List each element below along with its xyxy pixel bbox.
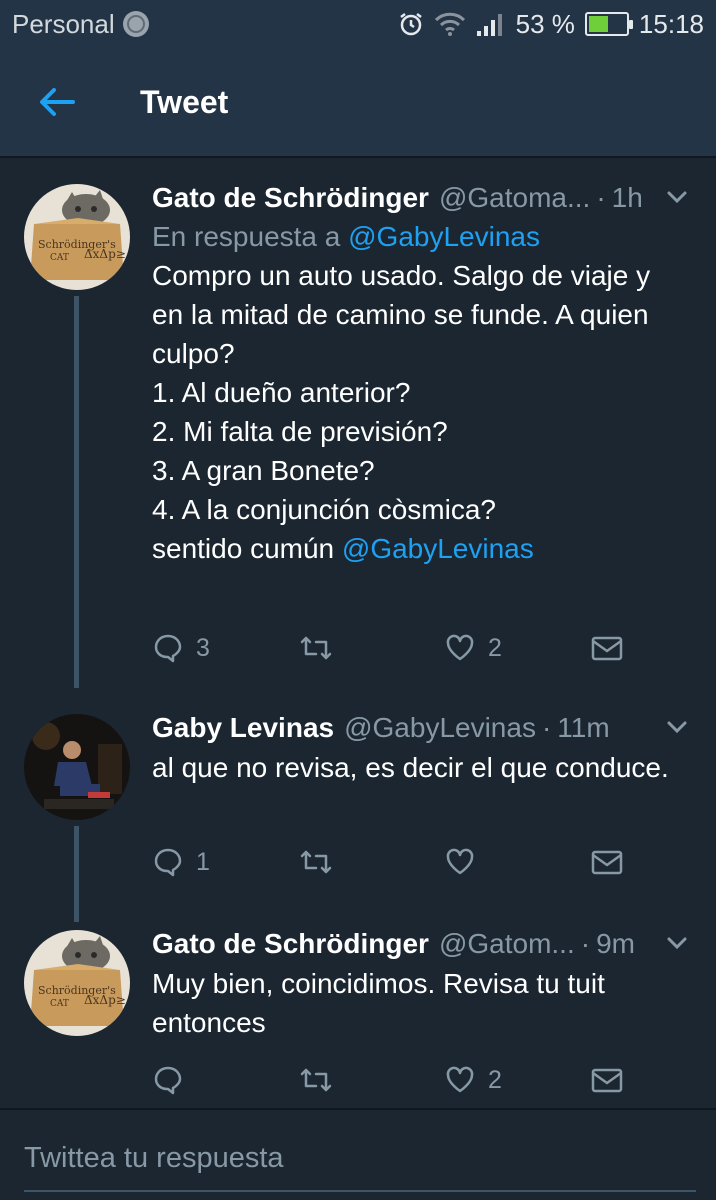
tweet-header: Gato de Schrödinger @Gatom... · 9m bbox=[152, 926, 696, 962]
battery-percent: 53 % bbox=[515, 8, 575, 39]
like-count: 2 bbox=[488, 633, 502, 662]
reply-composer bbox=[0, 1108, 716, 1200]
carrier-label: Personal bbox=[12, 8, 115, 39]
app-header: Tweet bbox=[0, 48, 716, 158]
user-handle[interactable]: @Gatom... bbox=[439, 926, 575, 962]
retweet-icon bbox=[300, 1068, 332, 1092]
separator-dot: · bbox=[580, 928, 591, 959]
tweet-actions: 1 bbox=[152, 842, 632, 882]
back-arrow-icon bbox=[40, 88, 75, 116]
heart-icon bbox=[446, 634, 474, 661]
envelope-icon bbox=[591, 1068, 623, 1093]
svg-text:ΔxΔp≥: ΔxΔp≥ bbox=[84, 247, 126, 261]
reply-count: 1 bbox=[196, 847, 210, 876]
tweet-actions: 3 2 bbox=[152, 628, 632, 668]
status-right: 53 % 15:18 bbox=[398, 9, 704, 40]
retweet-button[interactable] bbox=[298, 632, 366, 664]
cat-in-box-avatar: Schrödinger's CAT ΔxΔp≥ bbox=[24, 930, 130, 1036]
svg-text:CAT: CAT bbox=[50, 999, 69, 1009]
tweet-header: Gaby Levinas @GabyLevinas · 11m bbox=[152, 710, 696, 746]
globe-icon bbox=[122, 11, 149, 37]
status-left: Personal bbox=[12, 9, 149, 40]
timestamp: 9m bbox=[596, 928, 635, 959]
tweet-text-tail: sentido cumún bbox=[152, 533, 335, 564]
tweet-text: al que no revisa, es decir el que conduc… bbox=[152, 752, 669, 783]
retweet-button[interactable] bbox=[298, 846, 366, 878]
reply-count: 3 bbox=[196, 633, 210, 662]
back-button[interactable] bbox=[22, 67, 92, 137]
envelope-icon bbox=[591, 850, 623, 875]
tweet-actions: 2 bbox=[152, 1060, 632, 1100]
user-handle[interactable]: @GabyLevinas bbox=[344, 710, 536, 746]
retweet-icon bbox=[300, 850, 332, 874]
envelope-icon bbox=[591, 636, 623, 661]
tweet-header: Gato de Schrödinger @Gatoma... · 1h bbox=[152, 180, 696, 216]
like-button[interactable] bbox=[444, 846, 508, 878]
tweet-content: Gaby Levinas @GabyLevinas · 11m al que n… bbox=[152, 710, 696, 787]
chevron-down-icon[interactable] bbox=[662, 182, 692, 212]
wifi-icon bbox=[434, 12, 465, 36]
tweet-text: Muy bien, coincidimos. Revisa tu tuit en… bbox=[152, 968, 605, 1038]
battery-icon bbox=[584, 12, 633, 36]
conversation-thread: Schrödinger's CAT ΔxΔp≥ Gato de Schrödin… bbox=[0, 160, 716, 1108]
retweet-icon bbox=[300, 636, 332, 660]
tweet-3[interactable]: Schrödinger's CAT ΔxΔp≥ Gato de Schrödin… bbox=[0, 926, 716, 1108]
avatar[interactable]: Schrödinger's CAT ΔxΔp≥ bbox=[24, 184, 130, 290]
svg-text:CAT: CAT bbox=[50, 253, 69, 263]
clock: 15:18 bbox=[638, 8, 704, 39]
like-button[interactable]: 2 bbox=[444, 1064, 508, 1096]
input-underline bbox=[24, 1190, 696, 1192]
direct-message-button[interactable] bbox=[590, 633, 624, 663]
reply-prefix: En respuesta a bbox=[152, 221, 341, 252]
direct-message-button[interactable] bbox=[590, 1065, 624, 1095]
avatar[interactable] bbox=[24, 714, 130, 820]
alarm-icon bbox=[399, 13, 422, 36]
reply-input[interactable] bbox=[24, 1138, 696, 1178]
reply-button[interactable]: 1 bbox=[152, 846, 216, 878]
reply-button[interactable]: 3 bbox=[152, 632, 216, 664]
thread-line bbox=[74, 826, 79, 922]
user-handle[interactable]: @Gatoma... bbox=[439, 180, 590, 216]
reply-context: En respuesta a @GabyLevinas bbox=[152, 218, 696, 256]
cat-in-box-avatar: Schrödinger's CAT ΔxΔp≥ bbox=[24, 184, 130, 290]
separator-dot: · bbox=[541, 712, 552, 743]
reply-button[interactable] bbox=[152, 1064, 216, 1096]
heart-icon bbox=[446, 848, 474, 875]
reply-icon bbox=[154, 634, 182, 663]
chevron-down-icon[interactable] bbox=[662, 712, 692, 742]
thread-line bbox=[74, 296, 79, 688]
separator-dot: · bbox=[596, 182, 606, 213]
chevron-down-icon[interactable] bbox=[662, 928, 692, 958]
like-count: 2 bbox=[488, 1065, 502, 1094]
display-name[interactable]: Gato de Schrödinger bbox=[152, 926, 429, 962]
tweet-text-end: sentido cumún @GabyLevinas bbox=[152, 529, 696, 568]
timestamp: 11m bbox=[557, 712, 610, 743]
heart-icon bbox=[446, 1066, 474, 1093]
reply-mention-link[interactable]: @GabyLevinas bbox=[348, 221, 540, 252]
direct-message-button[interactable] bbox=[590, 847, 624, 877]
tweet-2[interactable]: Gaby Levinas @GabyLevinas · 11m al que n… bbox=[0, 690, 716, 926]
timestamp: 1h bbox=[611, 182, 643, 213]
retweet-button[interactable] bbox=[298, 1064, 366, 1096]
reply-icon bbox=[154, 848, 182, 877]
signal-icon bbox=[476, 14, 502, 36]
like-button[interactable]: 2 bbox=[444, 632, 508, 664]
tweet-text: Compro un auto usado. Salgo de viaje y e… bbox=[152, 260, 651, 525]
display-name[interactable]: Gaby Levinas bbox=[152, 710, 334, 746]
tweet-1[interactable]: Schrödinger's CAT ΔxΔp≥ Gato de Schrödin… bbox=[0, 160, 716, 690]
page-title: Tweet bbox=[140, 83, 229, 120]
avatar[interactable]: Schrödinger's CAT ΔxΔp≥ bbox=[24, 930, 130, 1036]
display-name[interactable]: Gato de Schrödinger bbox=[152, 180, 429, 216]
svg-text:ΔxΔp≥: ΔxΔp≥ bbox=[84, 993, 126, 1007]
reply-icon bbox=[154, 1066, 182, 1095]
mention-link[interactable]: @GabyLevinas bbox=[342, 533, 534, 564]
tweet-content: Gato de Schrödinger @Gatoma... · 1h En r… bbox=[152, 180, 696, 568]
status-bar: Personal 53 % 15:18 bbox=[0, 0, 716, 48]
man-seated-avatar bbox=[24, 714, 130, 820]
tweet-content: Gato de Schrödinger @Gatom... · 9m Muy b… bbox=[152, 926, 696, 1042]
